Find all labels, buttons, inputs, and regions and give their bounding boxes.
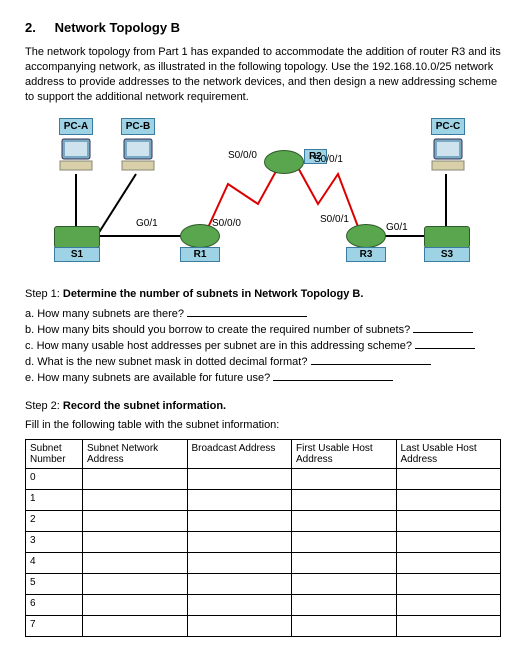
table-row: 2 (26, 511, 501, 532)
pc-b: PC-B (110, 118, 166, 173)
step1-q-b: b. How many bits should you borrow to cr… (25, 322, 501, 336)
cell-subnet-num: 2 (26, 511, 83, 532)
if-r1-s000: S0/0/0 (212, 218, 241, 229)
pc-b-label: PC-B (121, 118, 155, 135)
step1-prefix: Step 1: (25, 288, 63, 300)
switch-s1: S1 (54, 226, 100, 248)
table-row: 4 (26, 553, 501, 574)
cell-subnet-num: 7 (26, 616, 83, 637)
if-r3-g01: G0/1 (386, 222, 408, 233)
table-row: 3 (26, 532, 501, 553)
step1-q-d: d. What is the new subnet mask in dotted… (25, 354, 501, 368)
pc-c: PC-C (420, 118, 476, 173)
subnet-table: Subnet Number Subnet Network Address Bro… (25, 439, 501, 637)
pc-a-label: PC-A (59, 118, 93, 135)
table-row: 6 (26, 595, 501, 616)
step1-q-c: c. How many usable host addresses per su… (25, 338, 501, 352)
if-r2-s000: S0/0/0 (228, 150, 257, 161)
step1-q-a: a. How many subnets are there? (25, 306, 501, 320)
section-heading: 2. Network Topology B (25, 20, 501, 35)
table-row: 0 (26, 469, 501, 490)
blank-line (311, 354, 431, 365)
cell-subnet-num: 4 (26, 553, 83, 574)
blank-line (273, 370, 393, 381)
blank-line (413, 322, 473, 333)
step2-instruction: Fill in the following table with the sub… (25, 418, 501, 433)
table-row: 7 (26, 616, 501, 637)
cell-subnet-num: 1 (26, 490, 83, 511)
th-last-usable: Last Usable Host Address (396, 440, 501, 469)
table-row: 1 (26, 490, 501, 511)
step1-d-text: d. What is the new subnet mask in dotted… (25, 356, 307, 368)
router-r1-label: R1 (180, 247, 220, 262)
router-r3: R3 (346, 224, 386, 248)
topology-diagram: PC-A PC-B PC-C S1 S3 R1 R2 R3 G0/1 S0/0/… (28, 114, 498, 274)
step2-prefix: Step 2: (25, 400, 63, 412)
th-subnet-number: Subnet Number (26, 440, 83, 469)
table-header-row: Subnet Number Subnet Network Address Bro… (26, 440, 501, 469)
intro-paragraph: The network topology from Part 1 has exp… (25, 45, 501, 104)
if-r3-s001: S0/0/1 (320, 214, 349, 225)
blank-line (187, 306, 307, 317)
cell-subnet-num: 0 (26, 469, 83, 490)
pc-a: PC-A (48, 118, 104, 173)
step1-title: Determine the number of subnets in Netwo… (63, 288, 364, 300)
heading-title: Network Topology B (55, 20, 180, 35)
if-r1-g01: G0/1 (136, 218, 158, 229)
cell-subnet-num: 6 (26, 595, 83, 616)
router-r3-label: R3 (346, 247, 386, 262)
cell-subnet-num: 5 (26, 574, 83, 595)
th-broadcast-address: Broadcast Address (187, 440, 292, 469)
if-r2-s001: S0/0/1 (314, 154, 343, 165)
switch-s1-label: S1 (54, 247, 100, 262)
th-first-usable: First Usable Host Address (292, 440, 397, 469)
step1-q-e: e. How many subnets are available for fu… (25, 370, 501, 384)
step1-b-text: b. How many bits should you borrow to cr… (25, 324, 410, 336)
step2-title: Record the subnet information. (63, 400, 226, 412)
heading-number: 2. (25, 20, 51, 35)
th-network-address: Subnet Network Address (83, 440, 188, 469)
router-r2: R2 (264, 150, 304, 174)
step1-heading: Step 1: Determine the number of subnets … (25, 288, 501, 300)
cell-subnet-num: 3 (26, 532, 83, 553)
switch-s3-label: S3 (424, 247, 470, 262)
step1-c-text: c. How many usable host addresses per su… (25, 340, 412, 352)
table-row: 5 (26, 574, 501, 595)
pc-c-label: PC-C (431, 118, 465, 135)
table-body: 0 1 2 3 4 5 6 7 (26, 469, 501, 637)
step2-heading: Step 2: Record the subnet information. (25, 400, 501, 412)
step1-a-text: a. How many subnets are there? (25, 308, 184, 320)
step1-e-text: e. How many subnets are available for fu… (25, 372, 270, 384)
blank-line (415, 338, 475, 349)
switch-s3: S3 (424, 226, 470, 248)
